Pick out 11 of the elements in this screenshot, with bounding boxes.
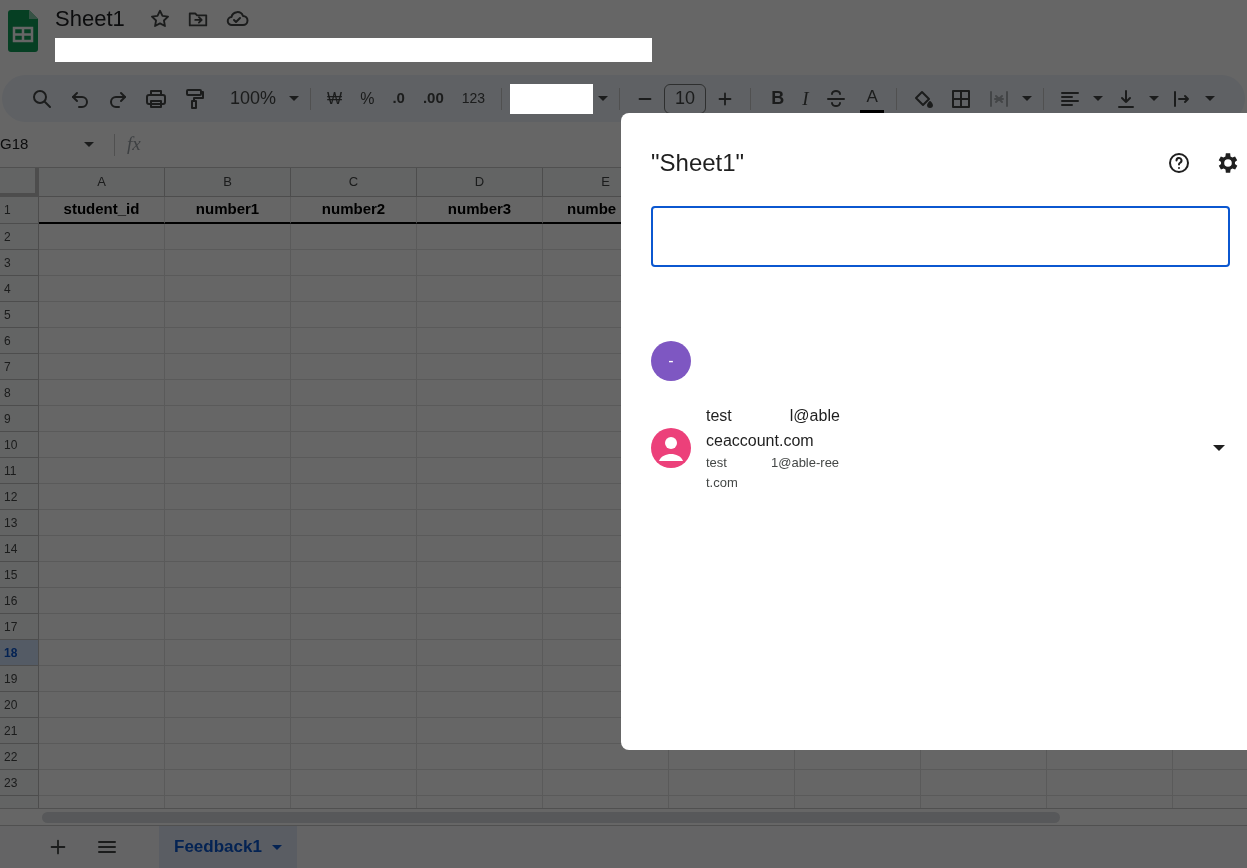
group-avatar: - (651, 341, 691, 381)
person-email: t.com (706, 474, 739, 492)
person-email: 1@able-ree (770, 454, 840, 472)
table-cell: student_id (39, 197, 165, 224)
table-cell: number1 (165, 197, 291, 224)
table-cell: number3 (417, 197, 543, 224)
person-email: test (706, 454, 727, 472)
table-cell: number2 (291, 197, 417, 224)
person-name: l@able (789, 406, 840, 426)
person-name: ceaccount.com (706, 431, 815, 451)
person-name: test (706, 406, 732, 426)
